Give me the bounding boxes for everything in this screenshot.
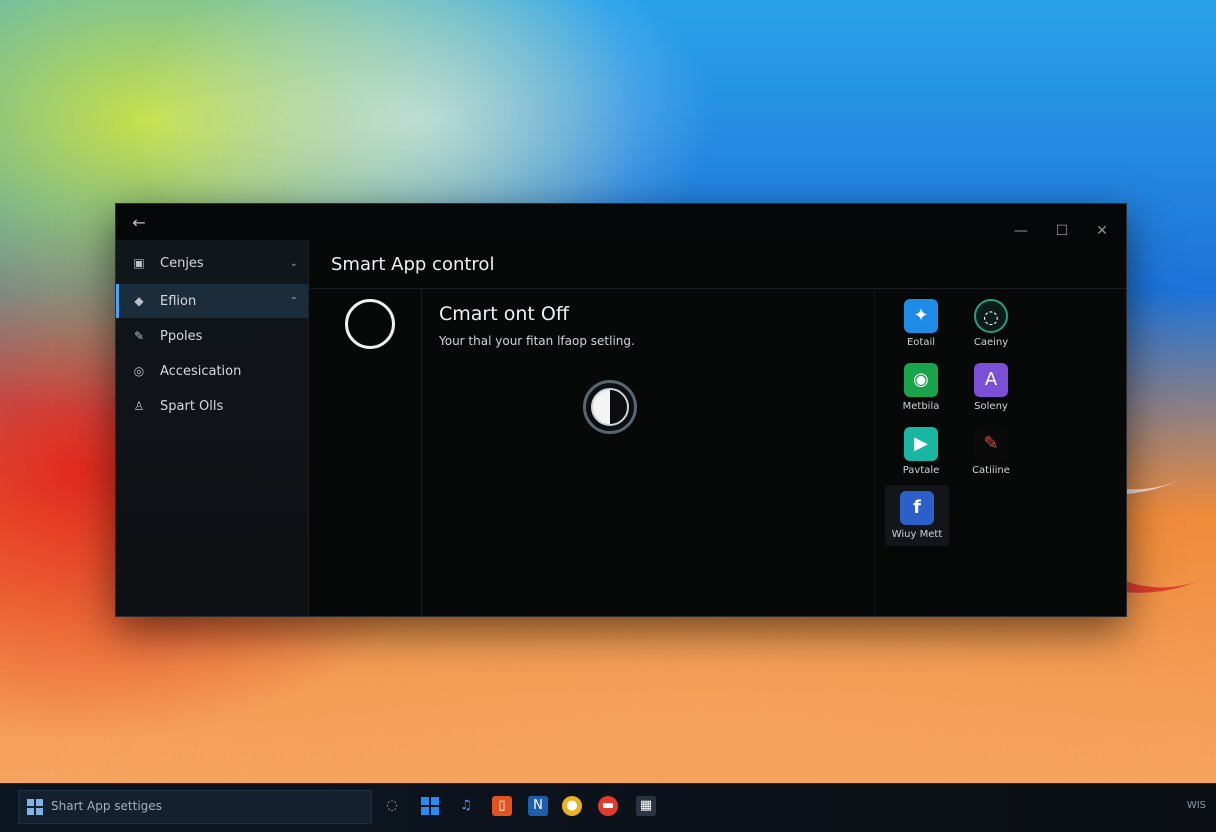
system-tray-text: WIS — [1186, 800, 1206, 811]
chevron-down-icon: ⌄ — [289, 257, 298, 269]
browser-icon: ◉ — [904, 363, 938, 397]
sidebar-item-label: Accesication — [160, 363, 242, 379]
pen-icon: ✎ — [133, 329, 145, 343]
clock-icon: ◌ — [974, 299, 1008, 333]
office-icon[interactable]: ▯ — [492, 796, 512, 816]
paintbrush-icon: ✎ — [974, 427, 1008, 461]
status-pane: Cmart ont Off Your thal your fitan lfaop… — [421, 289, 871, 616]
sidebar-item-accesication[interactable]: ◎ Accesication — [116, 354, 308, 388]
store-icon[interactable]: N — [528, 796, 548, 816]
record-icon[interactable]: ▬ — [598, 796, 618, 816]
windows-logo-icon — [27, 799, 43, 815]
app-grid: ✦ Eotail ◌ Caeiny ◉ Metbila A Soleny ▶ P… — [874, 289, 1126, 616]
music-icon[interactable]: ♫ — [456, 796, 476, 816]
bird-icon: ✦ — [904, 299, 938, 333]
app-tile[interactable]: ◉ Metbila — [889, 363, 953, 412]
app-label: Pavtale — [902, 465, 940, 476]
sidebar: ▣ Cenjes ⌄ ◆ Eflion ⌃ ✎ Ppoles ◎ Accesic… — [116, 240, 308, 616]
app-label: Metbila — [902, 401, 940, 412]
sidebar-item-spart-olls[interactable]: ♙ Spart Olls — [116, 389, 308, 423]
app-tile[interactable]: A Soleny — [959, 363, 1023, 412]
taskbar: Shart App settiges ◌ ♫ ▯ N ● ▬ ▦ WIS — [0, 783, 1216, 832]
app-label: Soleny — [974, 401, 1008, 412]
status-icon-pane — [309, 289, 422, 616]
accessibility-icon: ◎ — [133, 364, 145, 378]
window-icon: ▣ — [133, 256, 145, 270]
start-button-icon[interactable] — [420, 796, 440, 816]
search-text: Shart App settiges — [51, 799, 162, 813]
maximize-icon[interactable]: ☐ — [1051, 220, 1073, 242]
sidebar-item-label: Eflion — [160, 293, 197, 309]
word-facebook-icon: f — [900, 491, 934, 525]
app-label: Eotail — [906, 337, 936, 348]
smart-app-toggle[interactable] — [583, 380, 637, 434]
calculator-icon[interactable]: ▦ — [636, 796, 656, 816]
sidebar-item-label: Spart Olls — [160, 398, 224, 414]
sidebar-item-ppoles[interactable]: ✎ Ppoles — [116, 319, 308, 353]
play-store-icon: ▶ — [904, 427, 938, 461]
sidebar-item-label: Cenjes — [160, 255, 204, 271]
app-tile[interactable]: ◌ Caeiny — [959, 299, 1023, 348]
page-title: Smart App control — [331, 254, 495, 275]
app-tile[interactable]: ✎ Catiiine — [959, 427, 1023, 476]
toggle-knob-icon — [591, 388, 629, 426]
task-view-icon[interactable]: ◌ — [382, 796, 402, 816]
taskbar-search[interactable]: Shart App settiges — [18, 790, 372, 824]
chevron-up-icon: ⌃ — [289, 295, 298, 307]
settings-window: ← — ☐ ✕ ▣ Cenjes ⌄ ◆ Eflion ⌃ ✎ Ppoles ◎… — [115, 203, 1127, 617]
sidebar-item-label: Ppoles — [160, 328, 203, 344]
diamond-icon: ◆ — [134, 294, 144, 308]
status-description: Your thal your fitan lfaop setling. — [439, 334, 635, 348]
app-tile[interactable]: ✦ Eotail — [889, 299, 953, 348]
content-pane: Smart App control Cmart ont Off Your tha… — [308, 240, 1126, 616]
sidebar-item-eflion[interactable]: ◆ Eflion ⌃ — [116, 284, 308, 318]
app-label: Wiuy Mett — [891, 529, 943, 540]
app-tile-selected[interactable]: f Wiuy Mett — [885, 485, 949, 546]
status-ring-icon — [345, 299, 395, 349]
person-icon: ♙ — [133, 399, 145, 413]
sidebar-item-cenjes[interactable]: ▣ Cenjes ⌄ — [116, 246, 308, 280]
app-label: Catiiine — [972, 465, 1010, 476]
app-label: Caeiny — [973, 337, 1009, 348]
close-icon[interactable]: ✕ — [1091, 220, 1113, 242]
app-tile[interactable]: ▶ Pavtale — [889, 427, 953, 476]
back-arrow-icon[interactable]: ← — [128, 212, 150, 234]
minimize-icon[interactable]: — — [1010, 220, 1032, 242]
letter-a-icon: A — [974, 363, 1008, 397]
status-title: Cmart ont Off — [439, 303, 569, 325]
chrome-icon[interactable]: ● — [562, 796, 582, 816]
